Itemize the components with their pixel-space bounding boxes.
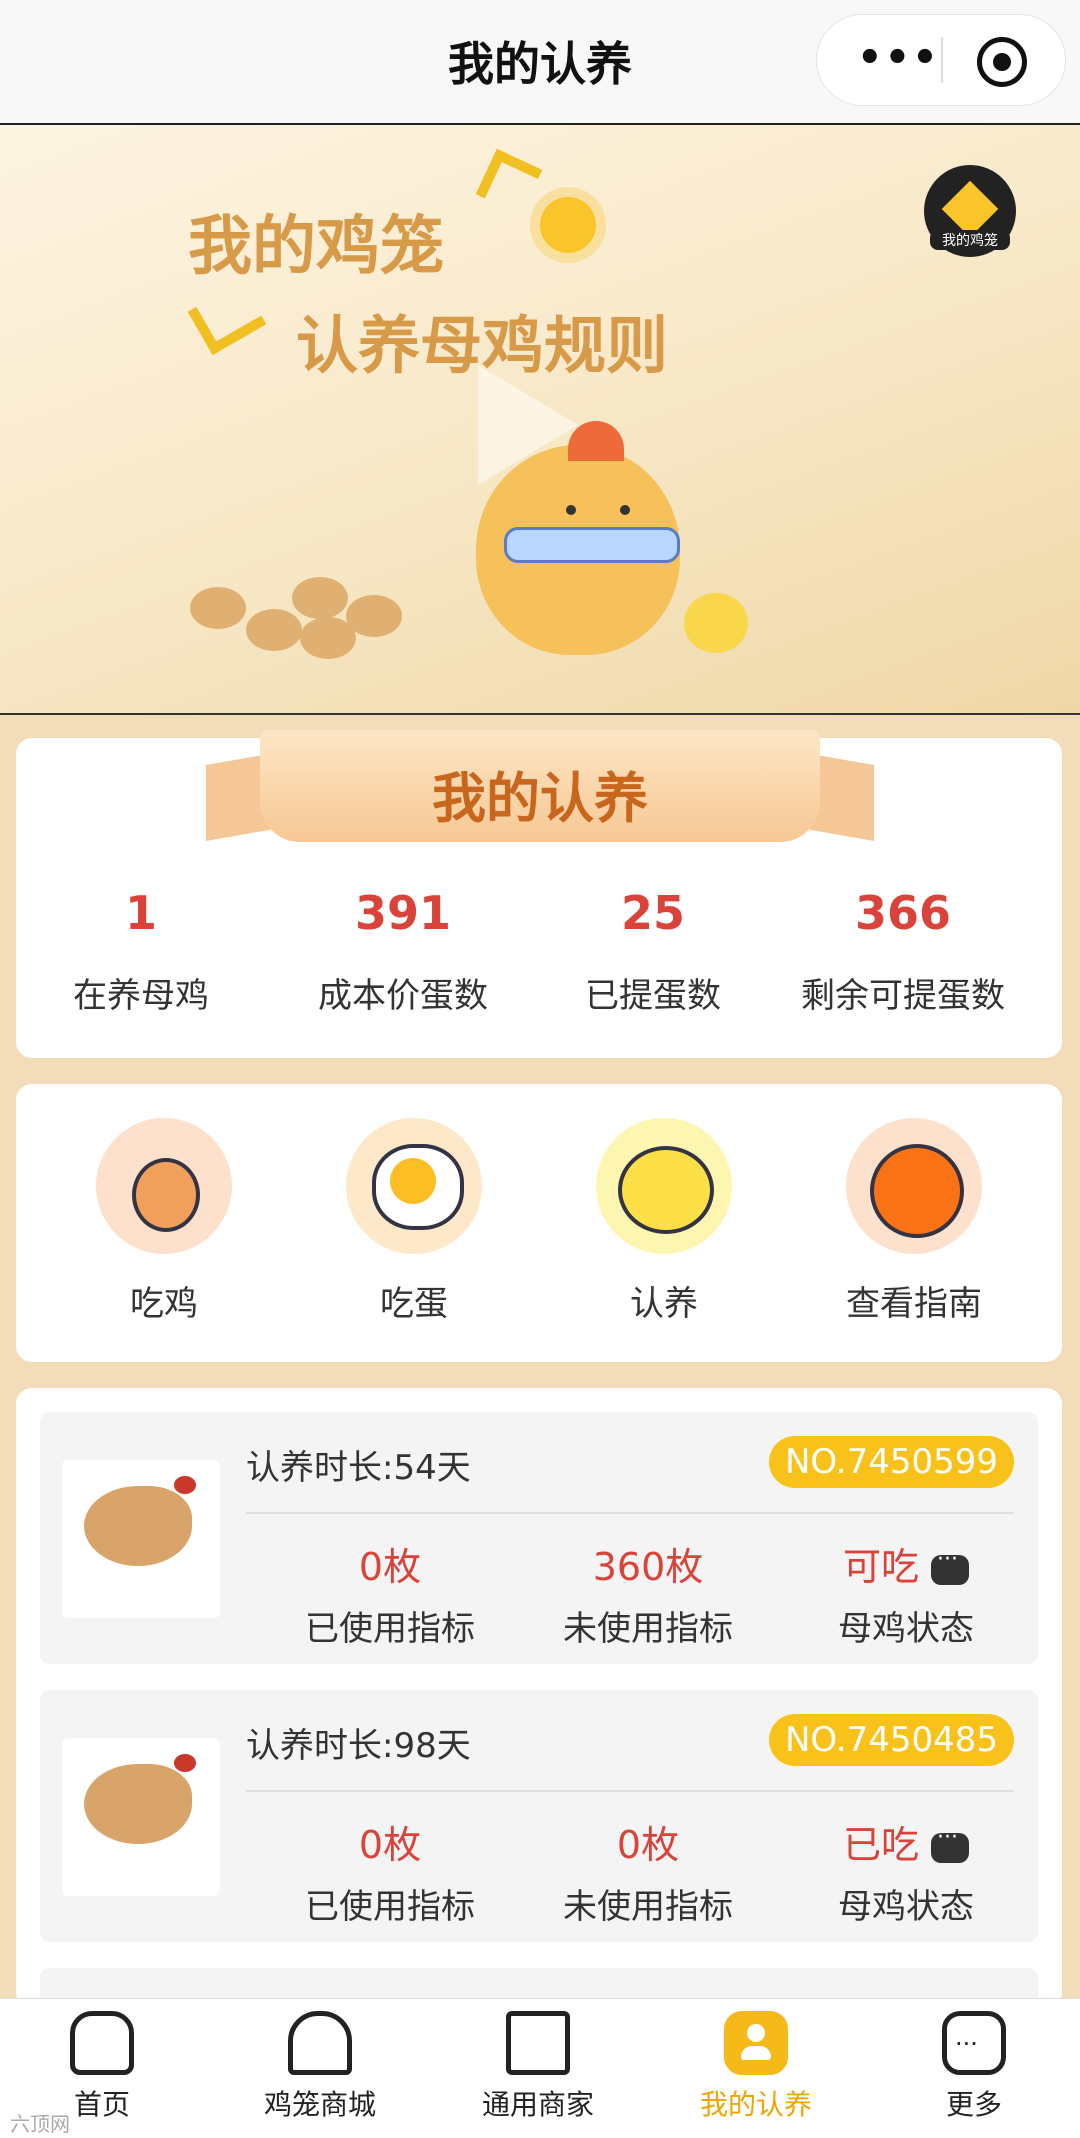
adoption-records-card: 认养时长:54天 NO.7450599 0枚 已使用指标 360枚 未使用指标 …: [16, 1388, 1062, 2028]
status-label: 母鸡状态: [838, 1887, 974, 1927]
unused-label: 未使用指标: [563, 1887, 733, 1927]
hen-status: 已吃 母鸡状态: [796, 1814, 1016, 1928]
divider: [246, 1512, 1014, 1514]
status-value: 可吃: [842, 1545, 919, 1589]
spark-deco-icon: [475, 148, 543, 216]
menu-guide[interactable]: 查看指南: [814, 1118, 1014, 1325]
egg-icon: [190, 587, 246, 629]
logo-text: 我的鸡笼: [930, 230, 1010, 250]
chat-icon[interactable]: [931, 1825, 969, 1863]
unused-label: 未使用指标: [563, 1609, 733, 1649]
hen-photo: [62, 1738, 220, 1896]
stat-value: 366: [854, 886, 952, 940]
tab-label: 通用商家: [481, 2088, 594, 2121]
chat-icon[interactable]: [931, 1547, 969, 1585]
menu-eat-egg[interactable]: 吃蛋: [314, 1118, 514, 1325]
fried-egg-icon: [346, 1118, 482, 1254]
used-quota: 0枚 已使用指标: [280, 1536, 500, 1650]
adoption-summary-card: 我的认养 1 在养母鸡 391 成本价蛋数 25 已提蛋数 366 剩余可提蛋数: [16, 730, 1062, 1058]
menu-eat-chicken[interactable]: 吃鸡: [64, 1118, 264, 1325]
unused-quota: 0枚 未使用指标: [538, 1814, 758, 1928]
close-target-icon[interactable]: [977, 37, 1027, 87]
used-value: 0枚: [358, 1823, 422, 1867]
adoption-duration: 认养时长:54天: [246, 1448, 471, 1488]
used-label: 已使用指标: [305, 1887, 475, 1927]
egg-icon: [246, 609, 302, 651]
menu-label: 查看指南: [846, 1284, 982, 1324]
store-icon: [288, 2011, 352, 2075]
egg-icon: [292, 577, 348, 619]
stat-hens: 1 在养母鸡: [16, 886, 266, 1017]
bottom-tab-bar: 首页 鸡笼商城 通用商家 我的认养 ··· 更多: [0, 1998, 1080, 2138]
tab-label: 鸡笼商城: [263, 2088, 376, 2121]
tab-store[interactable]: 鸡笼商城: [230, 2011, 410, 2123]
chick-illustration: [684, 593, 748, 653]
status-value: 已吃: [842, 1823, 919, 1867]
menu-label: 认养: [630, 1284, 698, 1324]
used-label: 已使用指标: [305, 1609, 475, 1649]
egg-icon: [346, 595, 402, 637]
stat-label: 已提蛋数: [585, 976, 721, 1016]
capsule-divider: [941, 37, 943, 83]
drumstick-icon: [96, 1118, 232, 1254]
record-number-badge: NO.7450485: [768, 1714, 1014, 1766]
stat-value: 1: [124, 886, 157, 940]
miniprogram-capsule: •••: [816, 14, 1066, 106]
tab-label: 我的认养: [699, 2088, 812, 2121]
tab-my-adoption[interactable]: 我的认养: [666, 2011, 846, 2123]
quick-menu-card: 吃鸡 吃蛋 认养 查看指南: [16, 1084, 1062, 1362]
watermark: 六顶网: [10, 2112, 70, 2136]
tab-more[interactable]: ··· 更多: [884, 2011, 1064, 2123]
stat-cost-eggs: 391 成本价蛋数: [278, 886, 528, 1017]
tab-merchants[interactable]: 通用商家: [448, 2011, 628, 2123]
hen-eye: [566, 505, 576, 515]
banner-title: 我的鸡笼: [188, 209, 444, 284]
adoption-record[interactable]: 认养时长:54天 NO.7450599 0枚 已使用指标 360枚 未使用指标 …: [40, 1412, 1038, 1664]
unused-quota: 360枚 未使用指标: [538, 1536, 758, 1650]
stat-label: 成本价蛋数: [318, 976, 488, 1016]
used-value: 0枚: [358, 1545, 422, 1589]
hen-status: 可吃 母鸡状态: [796, 1536, 1016, 1650]
home-icon: [70, 2011, 134, 2075]
summary-title: 我的认养: [432, 767, 648, 830]
stat-value: 25: [620, 886, 685, 940]
menu-adopt[interactable]: 认养: [564, 1118, 764, 1325]
menu-label: 吃鸡: [130, 1284, 198, 1324]
hen-photo: [62, 1460, 220, 1618]
more-dots-icon[interactable]: •••: [857, 35, 940, 81]
pumpkin-icon: [846, 1118, 982, 1254]
used-quota: 0枚 已使用指标: [280, 1814, 500, 1928]
rules-video-banner[interactable]: 我的鸡笼 认养母鸡规则 我的鸡笼: [0, 125, 1080, 715]
stat-label: 剩余可提蛋数: [801, 976, 1005, 1016]
unused-value: 360枚: [592, 1545, 704, 1589]
hen-scarf: [504, 527, 680, 563]
stat-collected-eggs: 25 已提蛋数: [528, 886, 778, 1017]
summary-ribbon: 我的认养: [260, 730, 820, 842]
hen-eye: [620, 505, 630, 515]
more-icon: ···: [942, 2011, 1006, 2075]
divider: [246, 1790, 1014, 1792]
nav-bar: 我的认养 •••: [0, 0, 1080, 125]
adoption-duration: 认养时长:98天: [246, 1726, 471, 1766]
tab-home[interactable]: 首页: [12, 2011, 192, 2123]
unused-value: 0枚: [616, 1823, 680, 1867]
tab-label: 更多: [945, 2088, 1002, 2121]
stat-remaining-eggs: 366 剩余可提蛋数: [778, 886, 1028, 1017]
spark-deco-icon: [187, 280, 267, 356]
building-icon: [506, 2011, 570, 2075]
chick-icon: [596, 1118, 732, 1254]
adoption-record[interactable]: 认养时长:98天 NO.7450485 0枚 已使用指标 0枚 未使用指标 已吃…: [40, 1690, 1038, 1942]
stat-value: 391: [354, 886, 452, 940]
record-number-badge: NO.7450599: [768, 1436, 1014, 1488]
menu-label: 吃蛋: [380, 1284, 448, 1324]
profile-icon: [724, 2011, 788, 2075]
status-label: 母鸡状态: [838, 1609, 974, 1649]
stat-label: 在养母鸡: [73, 976, 209, 1016]
sun-icon: [540, 197, 596, 253]
